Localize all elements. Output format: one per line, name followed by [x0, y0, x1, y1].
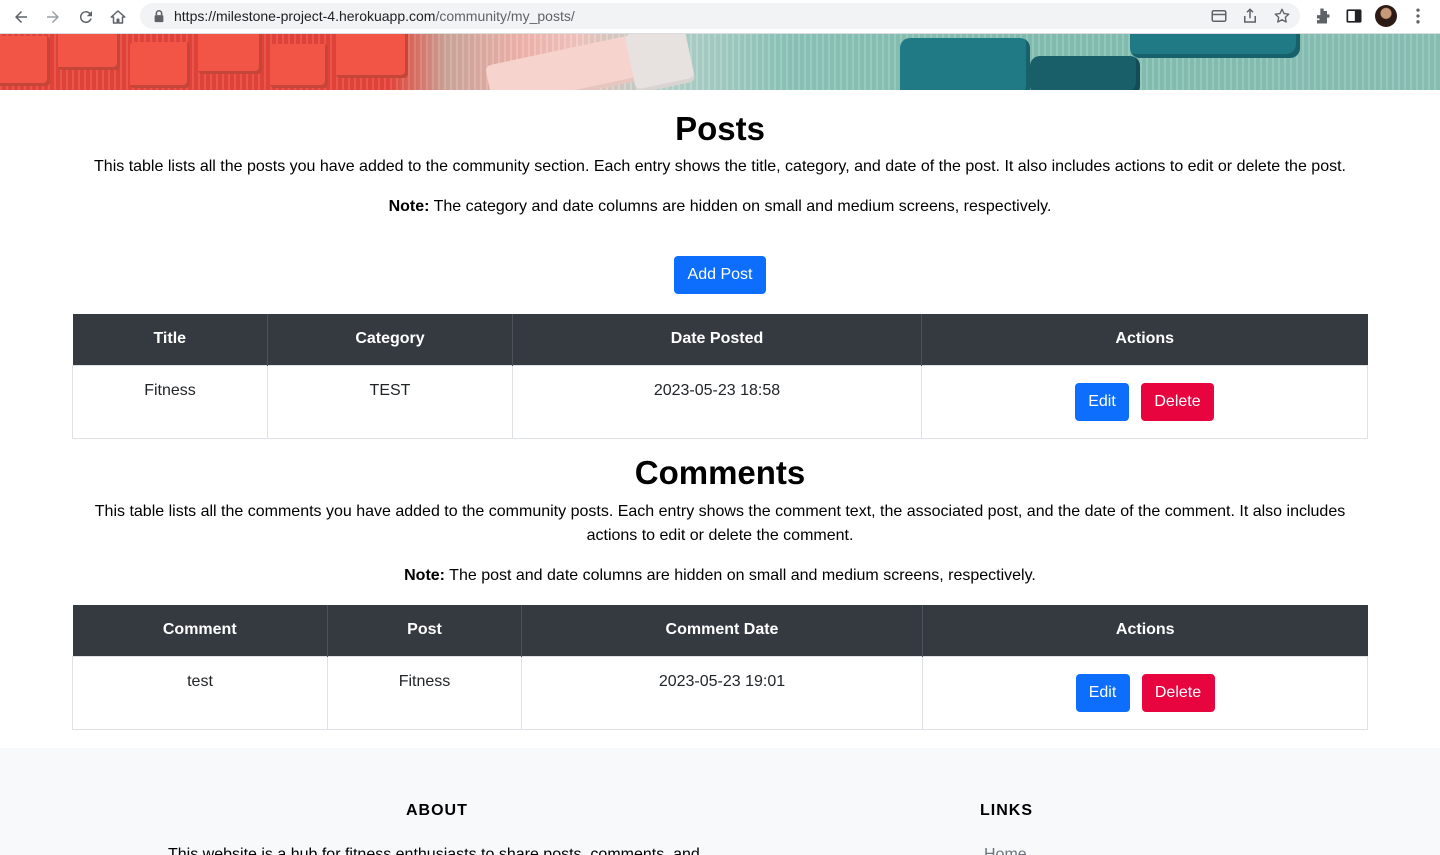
hero-banner-image [0, 34, 1440, 90]
comment-date-cell: 2023-05-23 19:01 [521, 655, 923, 730]
comment-post-cell: Fitness [327, 655, 522, 730]
browser-toolbar: https://milestone-project-4.herokuapp.co… [0, 0, 1440, 34]
site-footer: ABOUT This website is a hub for fitness … [0, 748, 1440, 855]
home-icon[interactable] [105, 4, 131, 30]
forward-arrow-icon[interactable] [40, 4, 66, 30]
url-path: /community/my_posts/ [435, 8, 575, 24]
comments-note: Note: The post and date columns are hidd… [72, 564, 1368, 588]
comments-note-text: The post and date columns are hidden on … [445, 567, 1036, 584]
url-text: https://milestone-project-4.herokuapp.co… [174, 3, 575, 29]
column-header-category: Category [267, 314, 513, 365]
column-header-actions: Actions [922, 605, 1368, 656]
posts-heading: Posts [675, 110, 765, 147]
delete-comment-button[interactable]: Delete [1141, 673, 1215, 712]
posts-note-text: The category and date columns are hidden… [429, 198, 1052, 215]
footer-links-heading: LINKS [980, 802, 1033, 819]
posts-note: Note: The category and date columns are … [72, 195, 1368, 219]
column-header-comment: Comment [72, 605, 328, 656]
comment-actions-cell: Edit Delete [922, 655, 1368, 730]
comments-note-label: Note: [404, 567, 446, 584]
post-date-cell: 2023-05-23 18:58 [512, 364, 922, 439]
card-icon[interactable] [1210, 7, 1228, 25]
post-actions-cell: Edit Delete [921, 364, 1368, 439]
back-arrow-icon[interactable] [8, 4, 34, 30]
extensions-icon[interactable] [1312, 6, 1332, 26]
column-header-actions: Actions [921, 314, 1368, 365]
footer-link-home[interactable]: Home [984, 846, 1027, 855]
more-menu-icon[interactable] [1408, 6, 1428, 26]
column-header-comment-date: Comment Date [521, 605, 923, 656]
side-panel-icon[interactable] [1344, 6, 1364, 26]
comments-description-line-1: This table lists all the comments you ha… [94, 503, 1346, 520]
comments-heading: Comments [634, 454, 806, 491]
posts-note-label: Note: [388, 198, 430, 215]
comments-table-header: Comment Post Comment Date Actions [72, 605, 1368, 656]
column-header-date-posted: Date Posted [512, 314, 922, 365]
share-icon[interactable] [1241, 7, 1259, 25]
address-bar[interactable]: https://milestone-project-4.herokuapp.co… [140, 3, 1300, 29]
delete-post-button[interactable]: Delete [1141, 382, 1214, 421]
posts-description: This table lists all the posts you have … [94, 158, 1346, 175]
edit-post-button[interactable]: Edit [1075, 382, 1129, 421]
bookmark-star-icon[interactable] [1273, 7, 1291, 25]
column-header-title: Title [72, 314, 268, 365]
table-row: test Fitness 2023-05-23 19:01 Edit Delete [72, 655, 1368, 730]
lock-icon [154, 10, 164, 23]
profile-avatar[interactable] [1375, 5, 1397, 27]
comments-table: Comment Post Comment Date Actions test F… [72, 605, 1368, 730]
footer-about-heading: ABOUT [406, 802, 468, 819]
posts-table: Title Category Date Posted Actions Fitne… [72, 314, 1368, 439]
post-title-cell: Fitness [72, 364, 268, 439]
comment-text-cell: test [72, 655, 328, 730]
edit-comment-button[interactable]: Edit [1075, 673, 1130, 712]
url-host: https://milestone-project-4.herokuapp.co… [174, 8, 436, 24]
post-category-cell: TEST [267, 364, 513, 439]
add-post-button[interactable]: Add Post [674, 256, 766, 294]
footer-about-text: This website is a hub for fitness enthus… [168, 846, 700, 855]
comments-description-line-2: actions to edit or delete the comment. [586, 527, 854, 544]
column-header-post: Post [327, 605, 522, 656]
table-row: Fitness TEST 2023-05-23 18:58 Edit Delete [72, 364, 1368, 439]
posts-table-header: Title Category Date Posted Actions [72, 314, 1368, 365]
reload-icon[interactable] [73, 4, 99, 30]
